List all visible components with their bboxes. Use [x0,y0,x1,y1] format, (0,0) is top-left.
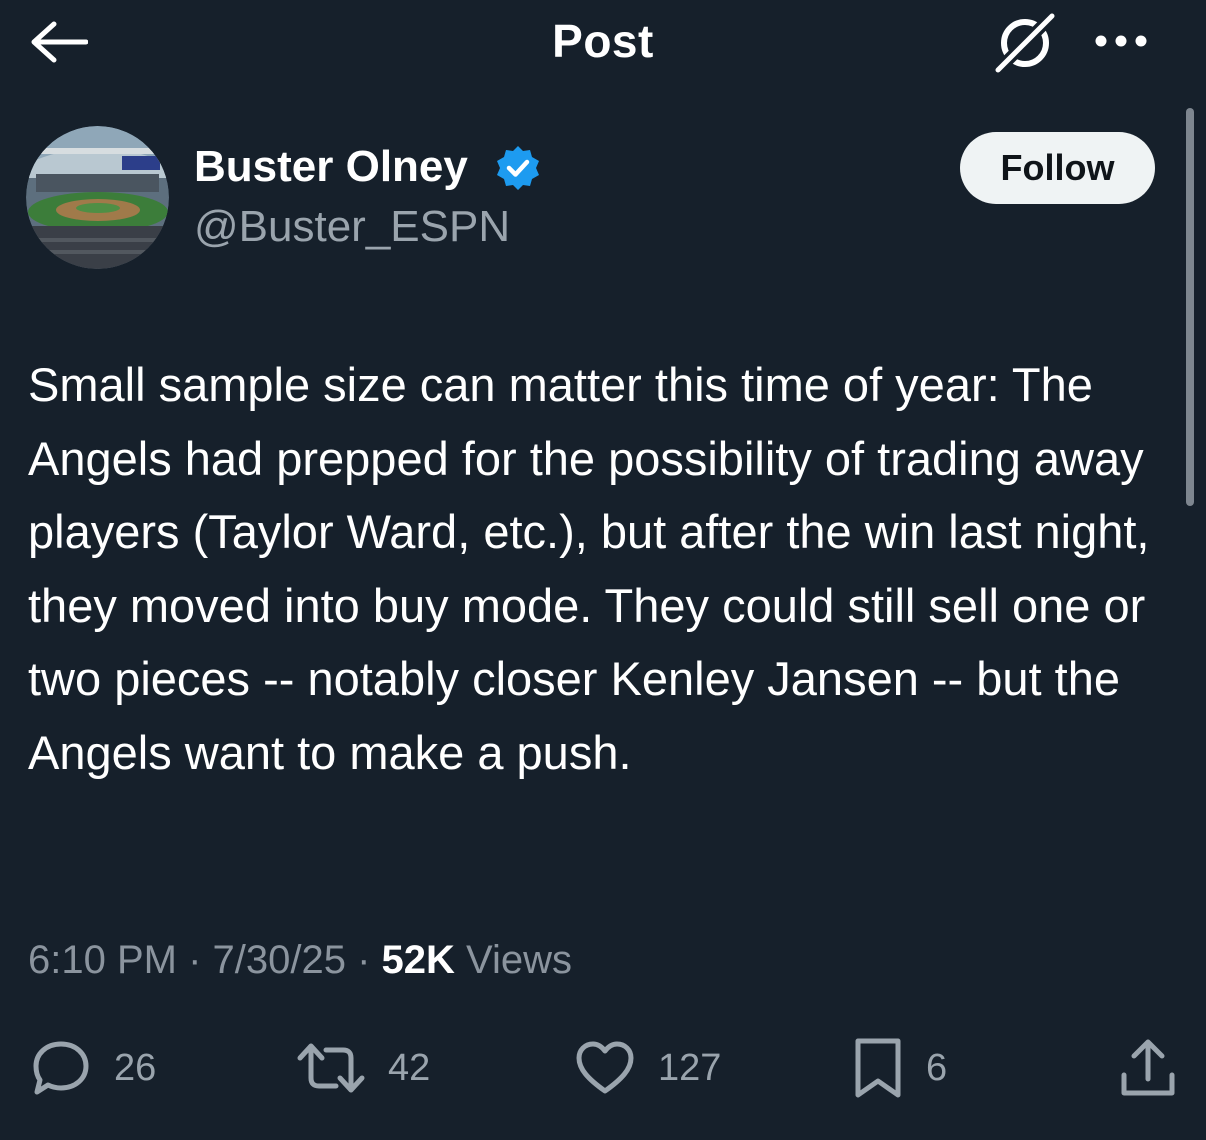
views-count[interactable]: 52K [382,938,455,982]
author-handle[interactable]: @Buster_ESPN [194,202,510,252]
heart-icon [576,1041,634,1094]
views-label: Views [466,938,573,982]
repost-count: 42 [388,1046,431,1089]
avatar[interactable] [26,126,169,269]
post-time[interactable]: 6:10 PM [28,938,177,982]
like-count: 127 [658,1046,722,1089]
post-detail-screen: Post Buster Olney @Buster_ESPN Follow Sm… [0,0,1206,1140]
bookmark-count: 6 [926,1046,948,1089]
share-button[interactable] [1118,1036,1178,1100]
more-options-button[interactable] [1090,18,1152,64]
share-icon [1121,1039,1175,1096]
grok-button[interactable] [992,10,1058,76]
author-name[interactable]: Buster Olney [194,142,468,192]
repost-icon [297,1043,365,1093]
bookmark-icon [855,1038,901,1098]
post-text: Small sample size can matter this time o… [28,358,1150,779]
separator: · [345,938,382,982]
more-dots-icon [1095,35,1147,47]
repost-button[interactable]: 42 [296,1036,430,1100]
separator: · [176,938,213,982]
verified-badge-icon [494,144,542,192]
like-button[interactable]: 127 [574,1036,721,1100]
top-nav-bar: Post [0,0,1206,84]
reply-icon [33,1041,89,1095]
post-meta: 6:10 PM · 7/30/25 · 52K Views [28,938,572,983]
scrollbar[interactable] [1186,108,1194,506]
grok-icon [993,11,1057,75]
follow-button[interactable]: Follow [960,132,1155,204]
bookmark-button[interactable]: 6 [852,1036,947,1100]
post-date[interactable]: 7/30/25 [213,938,346,982]
reply-button[interactable]: 26 [30,1036,156,1100]
reply-count: 26 [114,1046,157,1089]
